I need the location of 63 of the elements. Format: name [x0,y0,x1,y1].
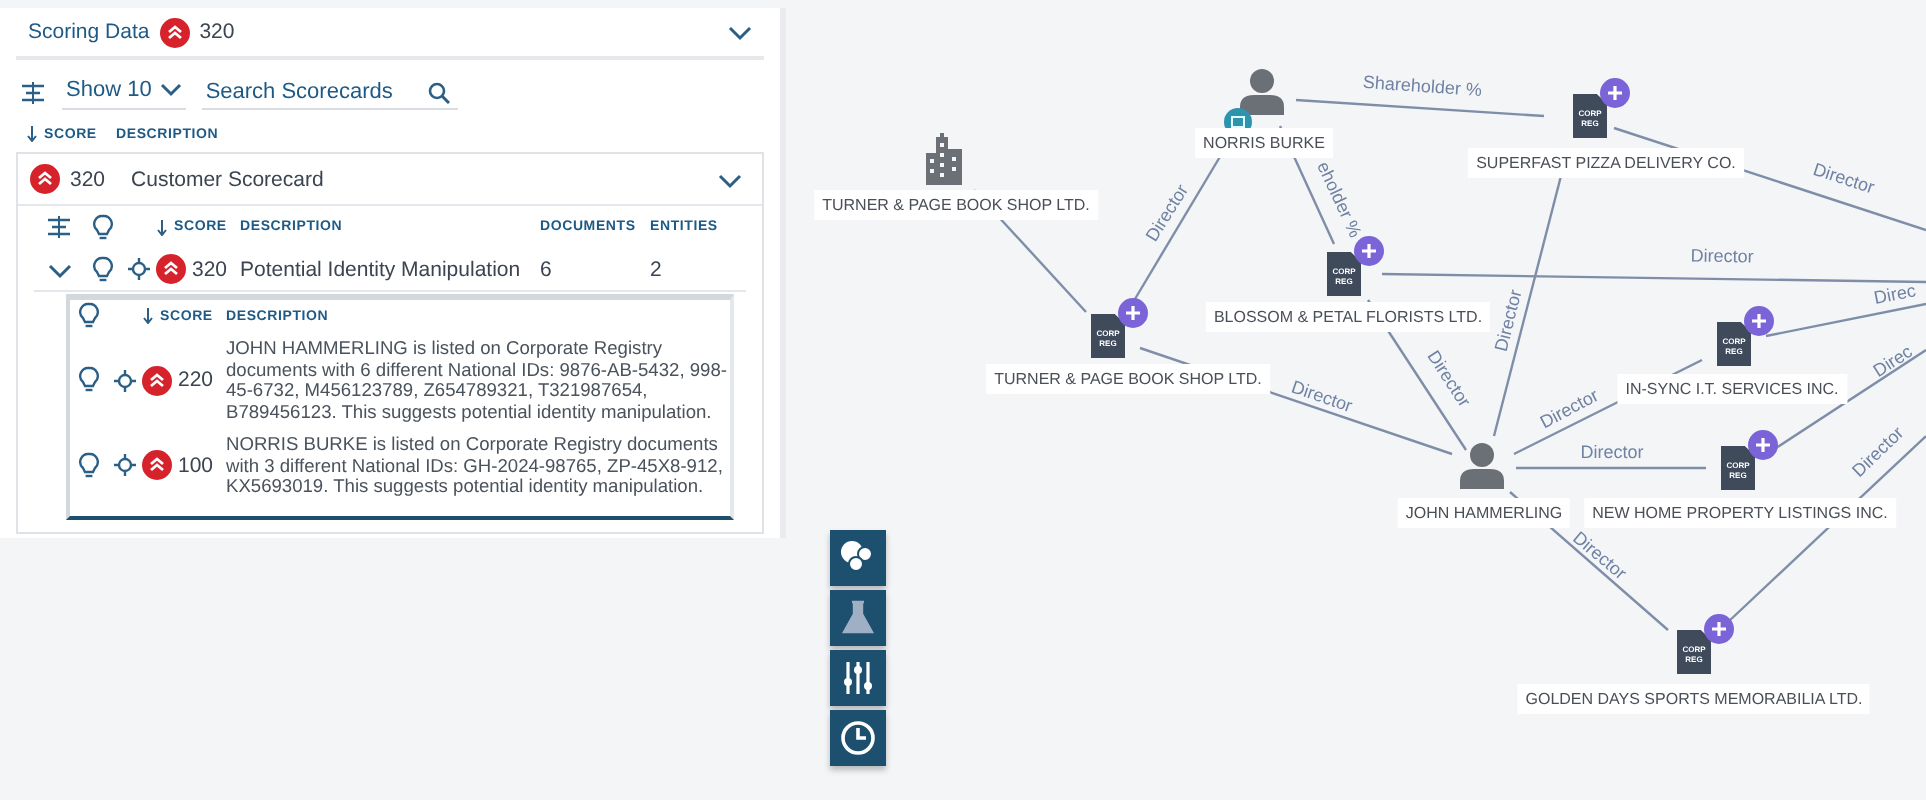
edge-label: Direc [1869,341,1916,381]
plus-badge-icon[interactable] [1704,614,1734,644]
edge-label: Director [1690,245,1754,267]
panel-title: Scoring Data [28,20,150,44]
sliders-icon [838,658,878,698]
crosshair-icon[interactable] [113,369,135,391]
crosshair-icon[interactable] [127,258,149,280]
table-cell: 6 [540,257,552,281]
page-size-dropdown[interactable]: Show 10 [62,74,186,110]
plus-badge-icon[interactable] [1744,306,1774,336]
table-cell: 320 [192,257,228,281]
crosshair-icon[interactable] [113,454,135,477]
table-cell: Potential Identity Manipulation [240,257,521,281]
score-badge-icon [156,254,186,284]
node-label[interactable]: IN-SYNC I.T. SERVICES INC. [1617,374,1847,404]
edge-label: Director [1580,442,1644,462]
node-label[interactable]: JOHN HAMMERLING [1397,498,1571,528]
building-icon [922,133,966,185]
flask-icon [838,598,878,638]
node-label[interactable]: BLOSSOM & PETAL FLORISTS LTD. [1205,302,1491,332]
table-cell: 100 [178,453,214,478]
circles-button[interactable] [830,530,886,586]
filter-icon[interactable] [20,79,46,105]
plus-badge-icon[interactable] [1118,298,1148,328]
search-field[interactable]: Search Scorecards [201,74,458,110]
scorecard-score: 320 [70,167,106,191]
node-label[interactable]: TURNER & PAGE BOOK SHOP LTD. [814,190,1098,220]
lightbulb-icon[interactable] [91,255,113,283]
lightbulb-icon[interactable] [77,451,99,480]
node-label[interactable]: NEW HOME PROPERTY LISTINGS INC. [1584,498,1896,528]
table-cell: 2 [650,257,662,281]
flask-button[interactable] [830,590,886,646]
edge-label: Direc [1872,280,1918,308]
finding-description: JOHN HAMMERLING is listed on Corporate Registry documents with 6 different National IDs: 9876-AB-5432, 998-45-6732, M456123789, Z654789321, T321987654, B789456123. This suggests potential identity manipulation. [226,338,729,422]
lightbulb-icon[interactable] [77,302,99,330]
table-cell: 220 [178,368,214,392]
person-icon [1458,441,1506,489]
score-badge-icon [30,164,60,194]
score-badge-icon [159,17,190,47]
score-badge-icon [142,450,172,481]
chevron-down-icon [159,82,182,98]
edge-label: Director [1490,287,1526,354]
sliders-button[interactable] [830,650,886,706]
person-icon [1238,67,1286,115]
node-label[interactable]: SUPERFAST PIZZA DELIVERY CO. [1468,148,1744,178]
clock-icon [838,718,878,758]
lightbulb-icon[interactable] [91,213,113,241]
score-badge-icon [142,365,172,395]
lightbulb-icon[interactable] [77,366,99,394]
node-label[interactable]: GOLDEN DAYS SPORTS MEMORABILIA LTD. [1517,684,1871,714]
plus-badge-icon[interactable] [1600,78,1630,108]
clock-button[interactable] [830,710,886,766]
plus-badge-icon[interactable] [1354,236,1384,266]
finding-description: NORRIS BURKE is listed on Corporate Registry documents with 3 different National IDs: GH-2024-98765, ZP-45X8-912, KX5693019. This suggests potential identity manipulation. [226,434,725,497]
filter-icon[interactable] [46,214,72,240]
plus-badge-icon[interactable] [1748,430,1778,460]
node-label[interactable]: NORRIS BURKE [1195,128,1333,158]
edge-label: Director [1810,159,1877,198]
node-label[interactable]: TURNER & PAGE BOOK SHOP LTD. [986,364,1270,394]
scorecard-name[interactable]: Customer Scorecard [131,167,324,191]
search-icon[interactable] [427,81,450,103]
edge-label: Shareholder % [1362,71,1483,101]
total-score: 320 [199,20,235,44]
